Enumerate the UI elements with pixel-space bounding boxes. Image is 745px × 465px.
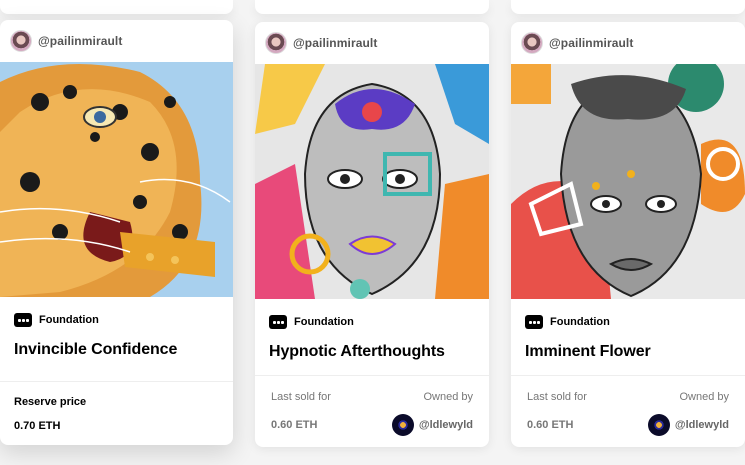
- card-stub-top: [0, 0, 233, 14]
- platform-row: Foundation: [511, 299, 745, 329]
- artwork-title[interactable]: Hypnotic Afterthoughts: [255, 329, 489, 361]
- price-value: 0.70 ETH: [14, 420, 61, 432]
- owner: Owned by @ldlewyld: [647, 391, 729, 436]
- artwork-leopard: [0, 62, 233, 297]
- platform-name: Foundation: [550, 316, 610, 328]
- owner-avatar: [391, 414, 414, 436]
- nft-card[interactable]: @pailinmirault Foundation Invincible Con…: [0, 20, 233, 445]
- card-footer: Last sold for 0.60 ETH Owned by @ldlewyl…: [511, 391, 745, 436]
- owner-label: Owned by: [423, 391, 473, 403]
- owner: Owned by @ldlewyld: [391, 391, 473, 436]
- price-label: Last sold for: [271, 391, 331, 403]
- owner-row[interactable]: @ldlewyld: [647, 414, 729, 436]
- owner-row[interactable]: @ldlewyld: [391, 414, 473, 436]
- card-footer: Reserve price 0.70 ETH: [0, 396, 233, 432]
- creator-handle[interactable]: @pailinmirault: [293, 36, 377, 50]
- owner-avatar: [647, 414, 670, 436]
- last-sold: Last sold for 0.60 ETH: [271, 391, 331, 436]
- card-footer: Last sold for 0.60 ETH Owned by @ldlewyl…: [255, 391, 489, 436]
- creator-handle[interactable]: @pailinmirault: [38, 34, 122, 48]
- artwork-title[interactable]: Imminent Flower: [511, 329, 745, 361]
- owner-label: Owned by: [679, 391, 729, 403]
- nft-card[interactable]: @pailinmirault Foundation Hypnotic After…: [255, 22, 489, 447]
- price-value: 0.60 ETH: [527, 419, 574, 431]
- divider: [511, 375, 745, 376]
- owner-handle[interactable]: @ldlewyld: [675, 419, 729, 431]
- creator-row[interactable]: @pailinmirault: [255, 22, 489, 64]
- creator-avatar: [10, 30, 32, 52]
- platform-name: Foundation: [294, 316, 354, 328]
- card-stub-top: [511, 0, 745, 14]
- divider: [255, 375, 489, 376]
- foundation-logo-icon: [525, 315, 543, 329]
- price-label: Last sold for: [527, 391, 587, 403]
- artwork-image[interactable]: [0, 62, 233, 297]
- nft-card[interactable]: @pailinmirault Foundation Imminent Flowe…: [511, 22, 745, 447]
- platform-name: Foundation: [39, 314, 99, 326]
- artwork-flower-portrait: [511, 64, 745, 299]
- foundation-logo-icon: [269, 315, 287, 329]
- divider: [0, 381, 233, 382]
- platform-row: Foundation: [255, 299, 489, 329]
- artwork-title[interactable]: Invincible Confidence: [0, 327, 233, 359]
- price-value: 0.60 ETH: [271, 419, 318, 431]
- creator-handle[interactable]: @pailinmirault: [549, 36, 633, 50]
- creator-row[interactable]: @pailinmirault: [0, 20, 233, 62]
- artwork-image[interactable]: [255, 64, 489, 299]
- price-label: Reserve price: [14, 396, 87, 408]
- card-stub-top: [255, 0, 489, 14]
- creator-avatar: [521, 32, 543, 54]
- artwork-image[interactable]: [511, 64, 745, 299]
- foundation-logo-icon: [14, 313, 32, 327]
- last-sold: Last sold for 0.60 ETH: [527, 391, 587, 436]
- platform-row: Foundation: [0, 297, 233, 327]
- owner-handle[interactable]: @ldlewyld: [419, 419, 473, 431]
- creator-row[interactable]: @pailinmirault: [511, 22, 745, 64]
- creator-avatar: [265, 32, 287, 54]
- artwork-face: [255, 64, 489, 299]
